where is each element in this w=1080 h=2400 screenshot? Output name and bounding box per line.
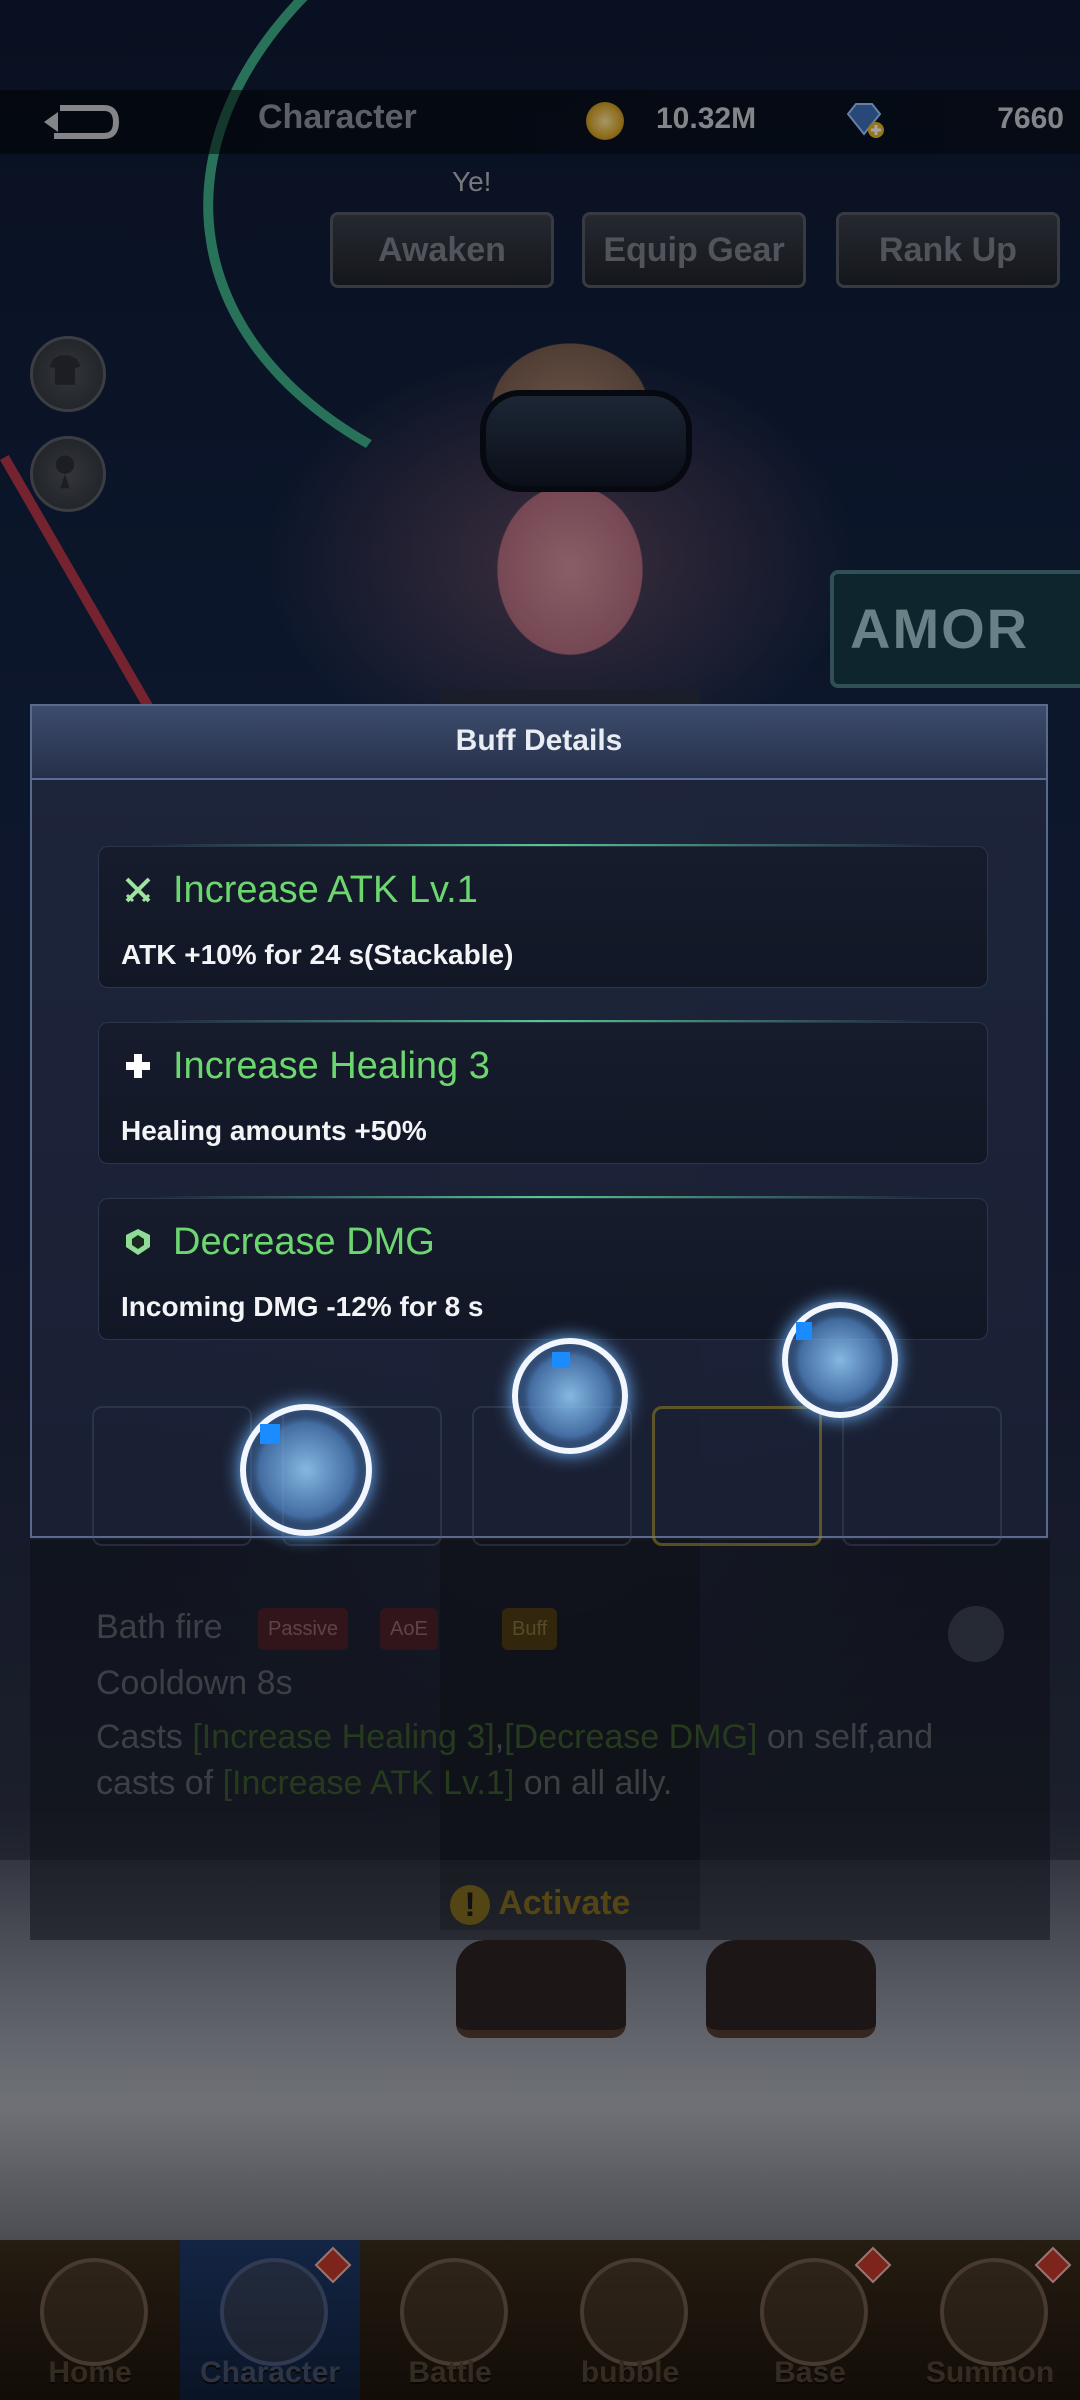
touch-indicator [782, 1302, 898, 1418]
touch-marker [260, 1424, 280, 1444]
buff-card-healing: Increase Healing 3 Healing amounts +50% [98, 1022, 988, 1164]
dialog-header: Buff Details [32, 706, 1046, 780]
buff-name: Increase Healing 3 [173, 1045, 490, 1087]
buff-description: Healing amounts +50% [121, 1115, 427, 1146]
shield-icon [126, 1229, 150, 1255]
heal-cross-icon [126, 1054, 150, 1078]
skill-slot[interactable] [842, 1406, 1002, 1546]
skill-slot[interactable] [92, 1406, 252, 1546]
buff-description: ATK +10% for 24 s(Stackable) [121, 939, 514, 970]
touch-marker [796, 1322, 812, 1340]
touch-indicator [240, 1404, 372, 1536]
swords-icon [125, 877, 151, 903]
touch-indicator [512, 1338, 628, 1454]
skill-slot[interactable] [652, 1406, 822, 1546]
buff-name: Increase ATK Lv.1 [173, 869, 478, 911]
buff-card-atk: Increase ATK Lv.1 ATK +10% for 24 s(Stac… [98, 846, 988, 988]
touch-marker [552, 1352, 570, 1368]
buff-description: Incoming DMG -12% for 8 s [121, 1291, 484, 1322]
buff-name: Decrease DMG [173, 1221, 435, 1263]
dialog-title: Buff Details [455, 724, 623, 757]
